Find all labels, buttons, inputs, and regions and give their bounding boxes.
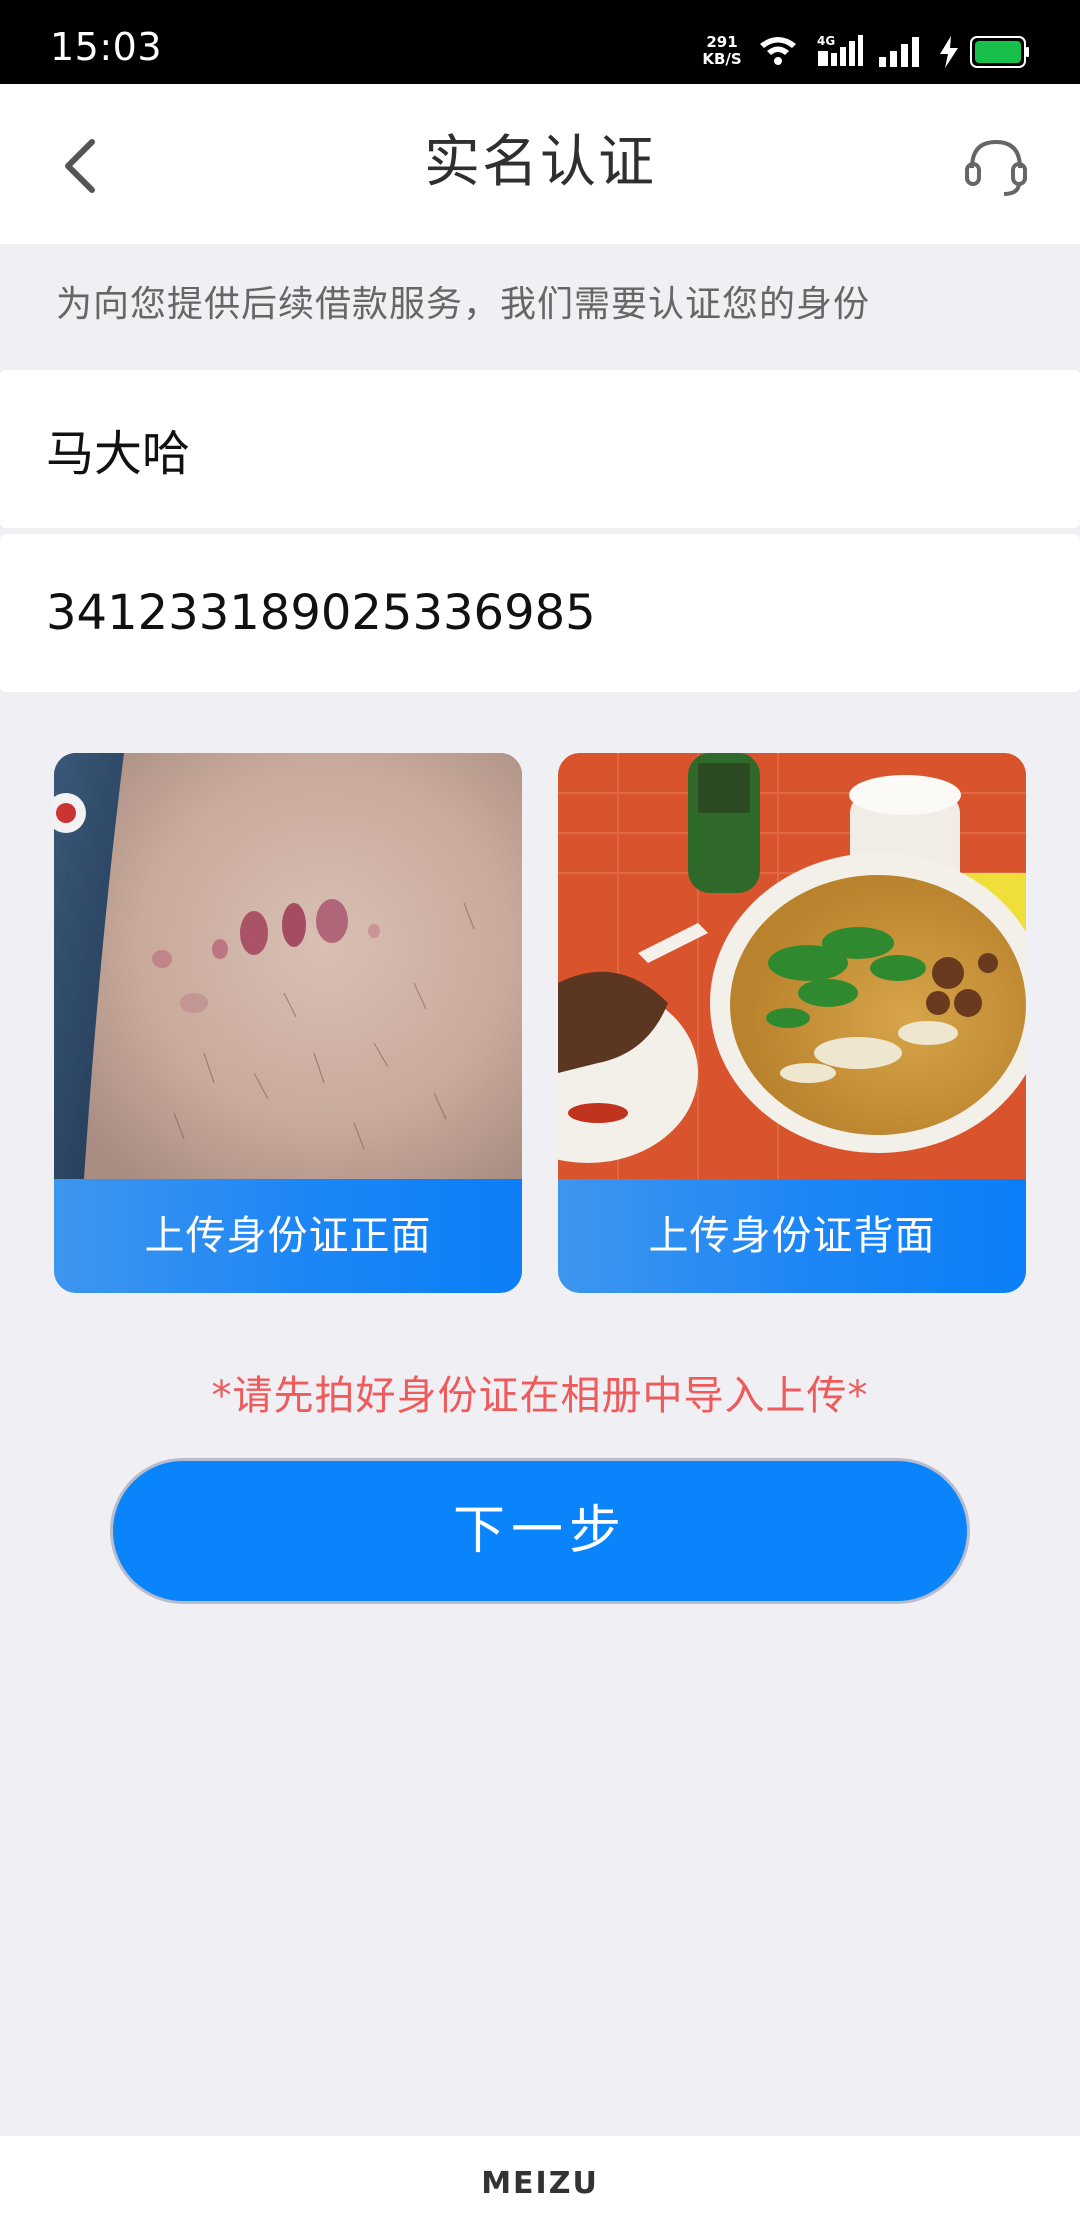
network-speed-value: 291 [706, 33, 738, 51]
meizu-logo: MEIZU [481, 2166, 599, 2201]
next-step-button[interactable]: 下一步 [110, 1458, 970, 1604]
network-speed: 291 KB/S [700, 34, 744, 68]
status-bar: 15:03 291 KB/S 4G [0, 0, 1080, 84]
upload-id-front-card[interactable]: 上传身份证正面 [54, 753, 522, 1293]
id-number-row [0, 534, 1080, 692]
name-input[interactable] [46, 370, 1036, 528]
verification-hint: 为向您提供后续借款服务，我们需要认证您的身份 [56, 284, 871, 325]
charging-icon [940, 36, 958, 68]
upload-notice: *请先拍好身份证在相册中导入上传* [211, 1373, 869, 1419]
upload-id-back-label: 上传身份证背面 [558, 1179, 1026, 1293]
bottom-brand-bar: MEIZU [0, 2136, 1080, 2232]
id-back-photo [558, 753, 1026, 1179]
real-name-verification-screen: 15:03 291 KB/S 4G 实名认证 为向您提供后续借款服务，我们需要认… [0, 0, 1080, 2232]
page-title: 实名认证 [424, 130, 656, 195]
id-front-photo [54, 753, 522, 1179]
wifi-icon [760, 37, 796, 65]
cell-icon [879, 37, 919, 67]
cell-4g-icon [818, 35, 863, 66]
status-time: 15:03 [50, 25, 163, 69]
network-speed-unit: KB/S [702, 50, 742, 68]
customer-service-button[interactable] [962, 132, 1030, 200]
id-number-input[interactable] [46, 534, 1036, 692]
battery-icon [970, 36, 1029, 68]
navigation-bar: 实名认证 [0, 84, 1080, 244]
upload-id-front-label: 上传身份证正面 [54, 1179, 522, 1293]
name-row [0, 370, 1080, 528]
upload-id-back-card[interactable]: 上传身份证背面 [558, 753, 1026, 1293]
headset-icon [965, 139, 1027, 196]
